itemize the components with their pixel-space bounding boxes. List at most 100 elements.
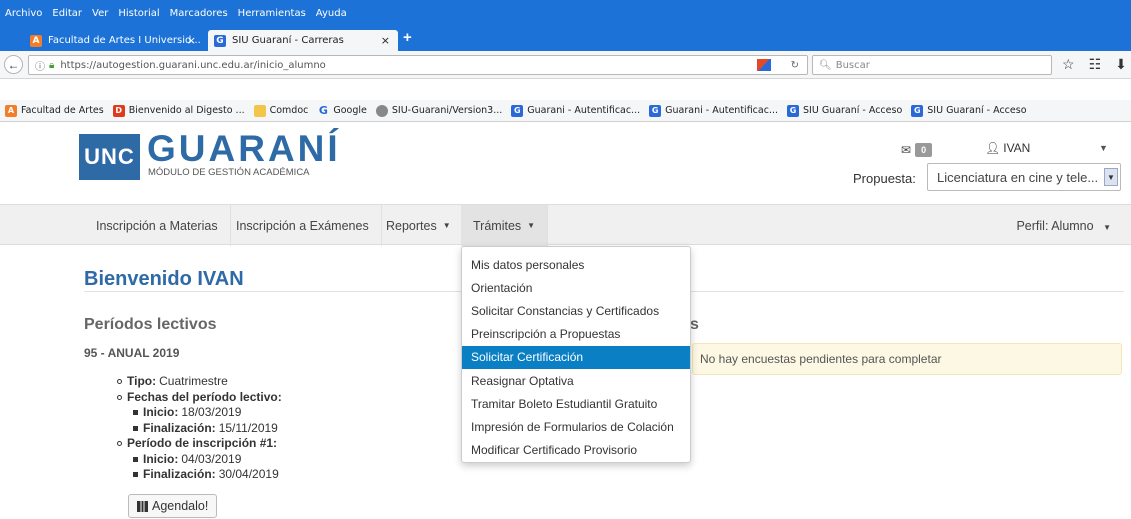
- guarani-favicon: G: [649, 104, 662, 117]
- page-action-icon[interactable]: [757, 59, 771, 71]
- agendalo-button[interactable]: Agendalo!: [128, 494, 218, 518]
- tab-guarani[interactable]: G SIU Guaraní - Carreras ×: [208, 30, 398, 51]
- bookmark-item[interactable]: G Google: [317, 104, 367, 117]
- nav-reportes[interactable]: Reportes ▼: [374, 205, 464, 246]
- menu-marcadores[interactable]: Marcadores: [170, 8, 228, 19]
- bookmark-item[interactable]: D Bienvenido al Digesto ...: [112, 104, 245, 117]
- bookmark-item[interactable]: G Guarani - Autentificac...: [511, 104, 641, 117]
- menu-item-mis-datos[interactable]: Mis datos personales: [462, 253, 690, 276]
- encuestas-title: s: [690, 316, 699, 333]
- bookmark-item[interactable]: G Guarani - Autentificac...: [649, 104, 778, 117]
- bullet-icon: [117, 379, 122, 385]
- url-bar[interactable]: ⓘ 🔒︎ https://autogestion.guarani.unc.edu…: [28, 55, 808, 75]
- folder-icon: [253, 104, 266, 117]
- reading-list-icon[interactable]: ☷: [1089, 56, 1102, 73]
- menu-editar[interactable]: Editar: [52, 8, 82, 19]
- bookmark-label: Guarani - Autentificac...: [527, 105, 641, 116]
- nav-label: Reportes: [386, 218, 437, 233]
- encuestas-alert: No hay encuestas pendientes para complet…: [692, 343, 1122, 375]
- list-item: Fechas del período lectivo:: [117, 390, 285, 406]
- bookmark-item[interactable]: G SIU Guaraní - Acceso: [911, 104, 1027, 117]
- bookmark-item[interactable]: G SIU Guaraní - Acceso: [787, 104, 903, 117]
- menu-archivo[interactable]: Archivo: [5, 8, 42, 19]
- menu-item-certificacion[interactable]: Solicitar Certificación: [462, 345, 690, 369]
- tab-title: Facultad de Artes I Universid...: [48, 35, 201, 46]
- nav-label: Inscripción a Materias: [96, 218, 218, 233]
- new-tab-button[interactable]: +: [403, 29, 412, 46]
- detail-value: Cuatrimestre: [159, 374, 228, 388]
- qr-code-icon: [137, 500, 148, 512]
- list-item: Finalización: 30/04/2019: [117, 467, 285, 483]
- detail-value: 04/03/2019: [181, 451, 242, 466]
- bookmark-label: Comdoc: [269, 105, 309, 116]
- tab-facultad[interactable]: A Facultad de Artes I Universid... ×: [24, 30, 204, 51]
- detail-value: 15/11/2019: [218, 420, 278, 435]
- detail-label: Inicio:: [143, 451, 179, 466]
- menu-item-preinscripcion[interactable]: Preinscripción a Propuestas: [462, 323, 690, 346]
- download-icon[interactable]: ⬇: [1115, 56, 1127, 73]
- periodo-details: Tipo: Cuatrimestre Fechas del período lec…: [117, 374, 285, 483]
- bullet-icon: [133, 472, 138, 478]
- menu-item-colacion[interactable]: Impresión de Formularios de Colación: [462, 415, 690, 438]
- menu-item-boleto[interactable]: Tramitar Boleto Estudiantil Gratuito: [462, 392, 690, 415]
- url-text: https://autogestion.guarani.unc.edu.ar/i…: [60, 59, 326, 71]
- user-name: IVAN: [1003, 141, 1031, 155]
- search-input[interactable]: 🔍︎ Buscar: [812, 55, 1052, 75]
- page-content: UNC GUARANÍ MÓDULO DE GESTIÓN ACADÉMICA …: [0, 123, 1131, 519]
- reload-icon[interactable]: ↻: [791, 60, 799, 71]
- browser-menubar: Archivo Editar Ver Historial Marcadores …: [0, 0, 1131, 26]
- list-item: Inicio: 04/03/2019: [117, 452, 285, 468]
- tab-title: SIU Guaraní - Carreras: [232, 35, 344, 46]
- nav-inscripcion-examenes[interactable]: Inscripción a Exámenes: [224, 205, 382, 246]
- back-button[interactable]: ←: [4, 55, 23, 74]
- propuesta-select[interactable]: Licenciatura en cine y tele... ▼: [927, 163, 1121, 191]
- caret-down-icon[interactable]: ▼: [1099, 143, 1108, 153]
- artes-favicon: A: [5, 104, 17, 117]
- bookmark-label: Facultad de Artes: [21, 105, 104, 116]
- list-item: Período de inscripción #1:: [117, 436, 285, 452]
- detail-label: Fechas del período lectivo:: [127, 389, 282, 404]
- menu-ver[interactable]: Ver: [92, 8, 108, 19]
- periodo-name: 95 - ANUAL 2019: [84, 346, 180, 360]
- digesto-favicon: D: [112, 104, 125, 117]
- messages-button[interactable]: ✉ 0: [901, 143, 933, 157]
- menu-item-certificado-provisorio[interactable]: Modificar Certificado Provisorio: [462, 439, 690, 462]
- star-icon[interactable]: ☆: [1062, 56, 1075, 73]
- bookmark-item[interactable]: Comdoc: [253, 104, 309, 117]
- bookmark-label: Google: [333, 105, 367, 116]
- menu-historial[interactable]: Historial: [118, 8, 159, 19]
- nav-inscripcion-materias[interactable]: Inscripción a Materias: [84, 205, 231, 246]
- guarani-logo[interactable]: GUARANÍ: [147, 129, 341, 169]
- menu-item-optativa[interactable]: Reasignar Optativa: [462, 369, 690, 392]
- menu-ayuda[interactable]: Ayuda: [316, 8, 347, 19]
- page-title: Bienvenido IVAN: [84, 268, 244, 290]
- bookmark-label: SIU Guaraní - Acceso: [803, 105, 903, 116]
- periodos-title: Períodos lectivos: [84, 316, 217, 333]
- unc-logo[interactable]: UNC: [79, 134, 140, 180]
- bookmark-label: SIU Guaraní - Acceso: [927, 105, 1027, 116]
- close-icon[interactable]: ×: [187, 34, 196, 47]
- close-icon[interactable]: ×: [381, 34, 390, 47]
- menu-item-constancias[interactable]: Solicitar Constancias y Certificados: [462, 299, 690, 322]
- artes-favicon: A: [30, 34, 42, 47]
- detail-label: Inicio:: [143, 405, 179, 419]
- site-header: UNC GUARANÍ MÓDULO DE GESTIÓN ACADÉMICA …: [0, 123, 1131, 197]
- toolbar-icons: ☆ ☷ ⬇: [1062, 56, 1127, 73]
- bookmark-item[interactable]: SIU-Guarani/Version3...: [375, 104, 503, 117]
- menu-item-orientacion[interactable]: Orientación: [462, 276, 690, 299]
- perfil-menu[interactable]: Perfil: Alumno ▼: [1016, 219, 1111, 233]
- propuesta-value: Licenciatura en cine y tele...: [937, 169, 1099, 185]
- bookmark-label: SIU-Guarani/Version3...: [391, 105, 503, 116]
- bullet-icon: [133, 425, 138, 431]
- guarani-favicon: G: [511, 104, 524, 117]
- nav-tramites[interactable]: Trámites ▼: [461, 205, 549, 246]
- menu-herramientas[interactable]: Herramientas: [238, 8, 306, 19]
- bookmark-item[interactable]: A Facultad de Artes: [5, 104, 104, 117]
- tramites-dropdown: Mis datos personales Orientación Solicit…: [461, 246, 691, 463]
- detail-value: 30/04/2019: [218, 467, 279, 481]
- user-menu[interactable]: 👤︎ IVAN: [985, 141, 1030, 155]
- main-nav: Inscripción a Materias Inscripción a Exá…: [0, 204, 1131, 246]
- search-icon: 🔍︎: [819, 59, 832, 71]
- user-icon: 👤︎: [985, 141, 1001, 155]
- bullet-icon: [133, 456, 138, 462]
